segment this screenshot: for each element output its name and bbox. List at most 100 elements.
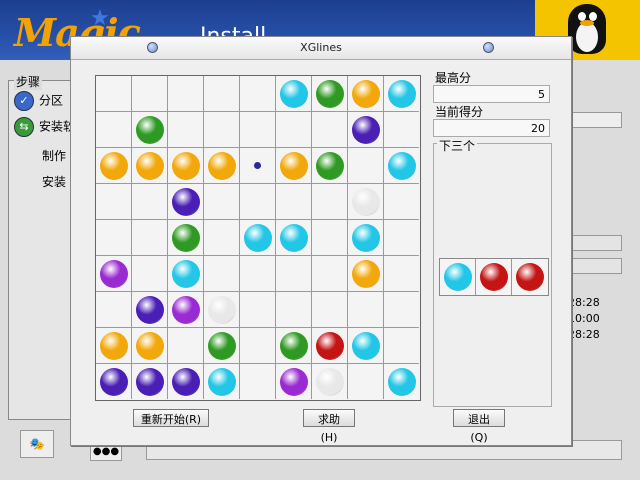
orange-ball[interactable] <box>352 80 380 108</box>
board-cell[interactable] <box>348 292 384 328</box>
board-cell[interactable] <box>96 184 132 220</box>
board-cell[interactable] <box>276 328 312 364</box>
board-cell[interactable] <box>132 148 168 184</box>
green-ball[interactable] <box>136 116 164 144</box>
cyan-ball[interactable] <box>352 332 380 360</box>
cyan-ball[interactable] <box>352 224 380 252</box>
board-cell[interactable] <box>276 184 312 220</box>
restart-button[interactable]: 重新开始(R) <box>133 409 209 427</box>
board-cell[interactable] <box>204 76 240 112</box>
board-cell[interactable] <box>204 292 240 328</box>
orange-ball[interactable] <box>172 152 200 180</box>
orange-ball[interactable] <box>100 332 128 360</box>
board-cell[interactable] <box>276 256 312 292</box>
board-cell[interactable] <box>132 112 168 148</box>
board-cell[interactable] <box>96 292 132 328</box>
cyan-ball[interactable] <box>388 368 416 396</box>
board-cell[interactable] <box>384 328 419 364</box>
green-ball[interactable] <box>172 224 200 252</box>
board-cell[interactable] <box>348 76 384 112</box>
orange-ball[interactable] <box>136 332 164 360</box>
purple-ball[interactable] <box>172 368 200 396</box>
theater-masks-button[interactable]: 🎭 <box>20 430 54 458</box>
title-bar[interactable]: XGlines <box>71 37 571 60</box>
purple-ball[interactable] <box>136 296 164 324</box>
board-cell[interactable] <box>168 148 204 184</box>
quit-button[interactable]: 退出(Q) <box>453 409 505 444</box>
board-cell[interactable] <box>204 184 240 220</box>
board-cell[interactable] <box>276 148 312 184</box>
board-cell[interactable] <box>312 220 348 256</box>
board-cell[interactable] <box>348 112 384 148</box>
board-cell[interactable] <box>312 184 348 220</box>
board-cell[interactable] <box>384 184 419 220</box>
board-cell[interactable] <box>312 256 348 292</box>
board-cell[interactable] <box>240 256 276 292</box>
board-cell[interactable] <box>348 148 384 184</box>
board-cell[interactable] <box>96 76 132 112</box>
board-cell[interactable] <box>132 292 168 328</box>
help-button[interactable]: 求助(H) <box>303 409 355 444</box>
board-cell[interactable] <box>384 148 419 184</box>
white-ball[interactable] <box>208 296 236 324</box>
window-close-icon[interactable] <box>483 42 494 53</box>
board-cell[interactable] <box>204 148 240 184</box>
board-cell[interactable] <box>276 112 312 148</box>
purple-ball[interactable] <box>352 116 380 144</box>
board-cell[interactable] <box>348 364 384 399</box>
board-cell[interactable] <box>204 112 240 148</box>
board-cell[interactable] <box>204 256 240 292</box>
cyan-ball[interactable] <box>280 224 308 252</box>
board-cell[interactable] <box>312 112 348 148</box>
cyan-ball[interactable] <box>244 224 272 252</box>
orange-ball[interactable] <box>352 260 380 288</box>
board-cell[interactable] <box>384 76 419 112</box>
board-cell[interactable] <box>168 220 204 256</box>
board-cell[interactable] <box>348 256 384 292</box>
board-cell[interactable] <box>276 292 312 328</box>
board-cell[interactable] <box>312 364 348 399</box>
board-cell[interactable] <box>312 328 348 364</box>
white-ball[interactable] <box>316 368 344 396</box>
purple-ball[interactable] <box>100 368 128 396</box>
violet-ball[interactable] <box>172 296 200 324</box>
board-cell[interactable] <box>348 328 384 364</box>
board-cell[interactable] <box>168 184 204 220</box>
board-cell[interactable] <box>240 292 276 328</box>
board-cell[interactable] <box>204 328 240 364</box>
board-cell[interactable] <box>96 220 132 256</box>
board-cell[interactable] <box>240 220 276 256</box>
board-cell[interactable] <box>204 220 240 256</box>
purple-ball[interactable] <box>136 368 164 396</box>
board-cell[interactable] <box>348 184 384 220</box>
green-ball[interactable] <box>208 332 236 360</box>
cyan-ball[interactable] <box>208 368 236 396</box>
board-cell[interactable] <box>240 364 276 399</box>
board-cell[interactable] <box>168 328 204 364</box>
cyan-ball[interactable] <box>280 80 308 108</box>
board-cell[interactable] <box>348 220 384 256</box>
white-ball[interactable] <box>352 188 380 216</box>
board-cell[interactable] <box>96 328 132 364</box>
board-cell[interactable] <box>240 184 276 220</box>
board-cell[interactable] <box>96 112 132 148</box>
cyan-ball[interactable] <box>172 260 200 288</box>
board-cell[interactable] <box>132 256 168 292</box>
violet-ball[interactable] <box>280 368 308 396</box>
board-cell[interactable] <box>168 76 204 112</box>
purple-ball[interactable] <box>172 188 200 216</box>
green-ball[interactable] <box>316 152 344 180</box>
board-cell[interactable] <box>384 292 419 328</box>
orange-ball[interactable] <box>100 152 128 180</box>
board-cell[interactable] <box>276 220 312 256</box>
board-cell[interactable] <box>384 220 419 256</box>
board-cell[interactable] <box>276 76 312 112</box>
violet-ball[interactable] <box>100 260 128 288</box>
board-cell[interactable] <box>312 76 348 112</box>
cyan-ball[interactable] <box>388 80 416 108</box>
board-cell[interactable] <box>168 292 204 328</box>
board-cell[interactable] <box>132 76 168 112</box>
board-cell[interactable] <box>240 76 276 112</box>
board-cell[interactable] <box>204 364 240 399</box>
game-board[interactable] <box>95 75 421 401</box>
